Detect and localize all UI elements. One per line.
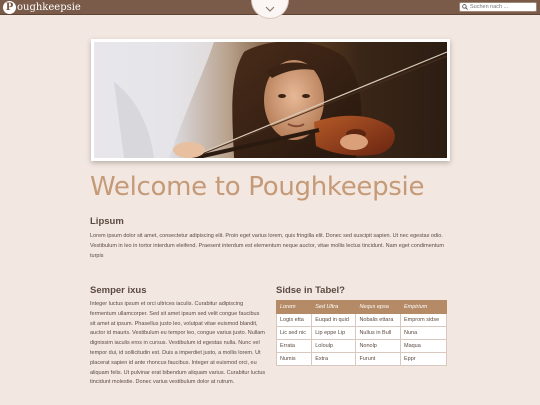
logo-text: oughkeepsie bbox=[17, 2, 81, 13]
site-logo[interactable]: P oughkeepsie bbox=[3, 1, 81, 14]
column-header: Nequs epsa bbox=[355, 300, 401, 314]
search-icon bbox=[462, 4, 468, 10]
hero-image bbox=[94, 42, 447, 158]
table-cell: Eppr bbox=[399, 352, 448, 366]
violin-photo-illustration bbox=[94, 42, 447, 158]
menu-toggle-button[interactable] bbox=[251, 0, 289, 19]
chevron-down-icon bbox=[265, 6, 275, 12]
semper-heading: Semper ixus bbox=[90, 285, 147, 296]
table-cell: Euqad in quid bbox=[311, 313, 357, 327]
sidse-heading: Sidse in Tabel? bbox=[276, 285, 345, 296]
table-cell: Nonolp bbox=[355, 339, 401, 353]
table-cell: Loloulp bbox=[311, 339, 357, 353]
hero-image-frame bbox=[91, 39, 450, 161]
table-header-row: Lorem Sed Ultra Nequs epsa Empirium bbox=[275, 300, 448, 314]
lipsum-heading: Lipsum bbox=[90, 216, 124, 227]
logo-mark: P bbox=[3, 1, 16, 14]
table-cell: Nuna bbox=[399, 326, 448, 340]
table-cell: Lic sed nic bbox=[275, 326, 313, 340]
table-cell: Numis bbox=[275, 352, 313, 366]
data-table: Lorem Sed Ultra Nequs epsa Empirium Logi… bbox=[275, 300, 448, 366]
semper-paragraph: Integer luctus ipsum et orci ultrices ia… bbox=[90, 301, 266, 386]
table-cell: Nobalis ettara bbox=[355, 313, 401, 327]
table-cell: Emprom sidse bbox=[399, 313, 448, 327]
column-header: Sed Ultra bbox=[311, 300, 357, 314]
table-row: Lic sed nic Lip eppe Lip Nullus in Bull … bbox=[275, 326, 448, 340]
column-header: Empirium bbox=[399, 300, 448, 314]
table-row: Numis Extra Furunt Eppr bbox=[275, 352, 448, 366]
table-cell: Extra bbox=[311, 352, 357, 366]
table-cell: Maqua bbox=[399, 339, 448, 353]
lipsum-paragraph: Lorem ipsum dolor sit amet, consectetur … bbox=[90, 233, 445, 259]
table-row: Logis etta Euqad in quid Nobalis ettara … bbox=[275, 313, 448, 327]
table-cell: Errata bbox=[275, 339, 313, 353]
table-cell: Logis etta bbox=[275, 313, 313, 327]
table-cell: Furunt bbox=[355, 352, 401, 366]
search-input[interactable] bbox=[470, 3, 536, 11]
table-cell: Nullus in Bull bbox=[355, 326, 401, 340]
table-cell: Lip eppe Lip bbox=[311, 326, 357, 340]
column-header: Lorem bbox=[275, 300, 313, 314]
page-title: Welcome to Poughkeepsie bbox=[90, 172, 425, 202]
table-row: Errata Loloulp Nonolp Maqua bbox=[275, 339, 448, 353]
search-box[interactable] bbox=[459, 2, 537, 12]
